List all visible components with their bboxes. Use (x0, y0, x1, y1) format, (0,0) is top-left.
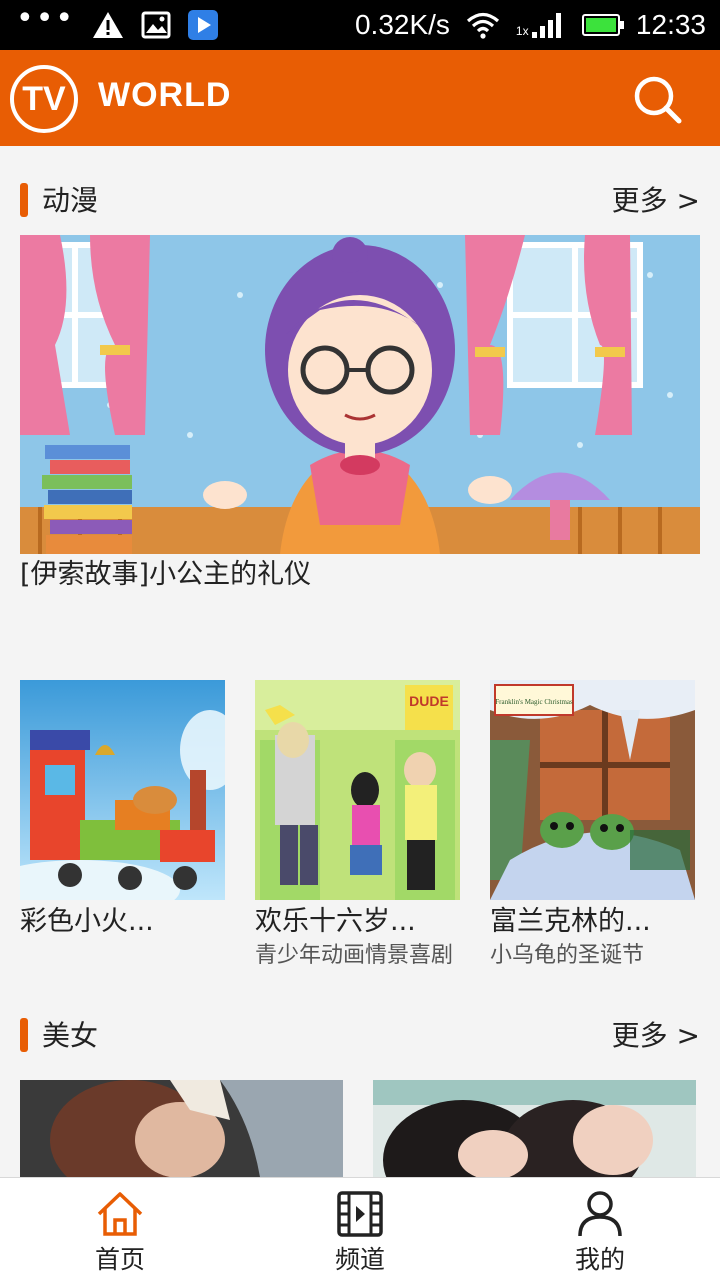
section-title-beauty: 美女 (42, 1019, 99, 1052)
bottom-nav: 首页 频道 我的 (0, 1177, 720, 1280)
signal-group: 1x (516, 8, 566, 42)
beauty-thumbnail-2[interactable] (373, 1080, 696, 1177)
nav-label-home: 首页 (94, 1245, 145, 1274)
card-thumbnail-franklin[interactable]: Franklin's Magic Christmas (490, 680, 695, 900)
status-right: 0.32K/s 1x 12:33 (355, 8, 706, 42)
play-store-icon (188, 10, 219, 40)
battery-fill (585, 18, 616, 32)
nav-item-home[interactable]: 首页 (0, 1178, 240, 1280)
card-subtitle-franklin: 小乌龟的圣诞节 (490, 943, 645, 968)
network-speed: 0.32K/s (354, 9, 450, 40)
tv-logo: TV (10, 65, 78, 133)
train-image (20, 680, 225, 900)
beauty-image-2 (373, 1080, 696, 1177)
card-title-dude[interactable]: 欢乐十六岁... (255, 902, 416, 942)
person-icon (578, 1191, 622, 1237)
film-icon (337, 1191, 383, 1237)
notification-dots: ••• (16, 1, 76, 36)
app-bar: TV WORLD (0, 50, 720, 146)
section-accent-bar (20, 1018, 28, 1052)
clock: 12:33 (635, 9, 706, 40)
section-accent-bar (20, 183, 28, 217)
more-beauty-link[interactable]: 更多 > (612, 1016, 700, 1056)
wifi-icon (466, 12, 499, 39)
featured-banner[interactable] (20, 235, 700, 554)
nav-item-mine[interactable]: 我的 (480, 1178, 720, 1280)
franklin-logo-text: Franklin's Magic Christmas (495, 698, 573, 706)
search-icon[interactable] (630, 72, 684, 126)
home-icon (97, 1192, 143, 1236)
status-bar: ••• 0.32K/s 1x 12:33 (0, 0, 720, 50)
nav-label-channels: 频道 (334, 1245, 385, 1274)
card-subtitle-dude: 青少年动画情景喜剧 (255, 943, 454, 968)
dude-image: DUDE (255, 680, 460, 900)
brand-title: WORLD (98, 76, 232, 114)
image-icon (141, 11, 171, 39)
section-header-anime: 动漫 更多 > (20, 181, 700, 221)
beauty-image-1 (20, 1080, 343, 1177)
signal-label: 1x (515, 24, 529, 38)
card-title-train[interactable]: 彩色小火... (20, 902, 154, 942)
card-thumbnail-dude[interactable]: DUDE (255, 680, 460, 900)
featured-title[interactable]: [伊索故事]小公主的礼仪 (20, 555, 311, 595)
signal-icon (531, 13, 561, 38)
nav-label-mine: 我的 (574, 1245, 625, 1274)
dude-logo-text: DUDE (409, 693, 449, 709)
section-header-beauty: 美女 更多 > (20, 1016, 700, 1056)
featured-image (20, 235, 700, 554)
battery-icon (581, 14, 624, 36)
more-anime-link[interactable]: 更多 > (612, 181, 700, 221)
card-thumbnail-train[interactable] (20, 680, 225, 900)
nav-item-channels[interactable]: 频道 (240, 1178, 480, 1280)
section-title-anime: 动漫 (42, 184, 99, 217)
franklin-image: Franklin's Magic Christmas (490, 680, 695, 900)
status-left: ••• (16, 1, 219, 42)
warning-icon (93, 12, 124, 38)
beauty-thumbnail-1[interactable] (20, 1080, 343, 1177)
card-title-franklin[interactable]: 富兰克林的... (490, 902, 651, 942)
